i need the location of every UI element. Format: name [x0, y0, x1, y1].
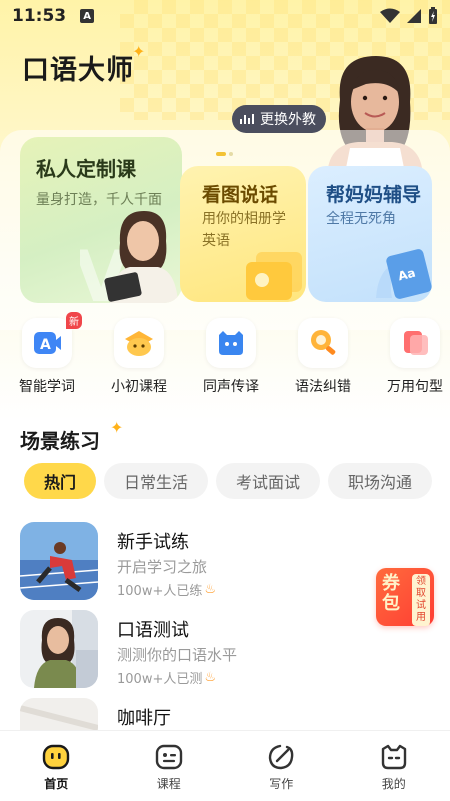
nav-label: 首页 — [44, 777, 69, 791]
item-title: 咖啡厅 — [117, 708, 171, 729]
nav-label: 我的 — [381, 777, 406, 791]
tool-label: 小初课程 — [111, 379, 167, 395]
item-meta: 100w+人已练 ♨ — [117, 582, 216, 599]
sparkle-icon: ✦ — [110, 418, 124, 437]
course-icon — [155, 744, 182, 770]
card-mom-tutor[interactable]: 帮妈妈辅导 全程无死角 Aa — [308, 166, 432, 302]
profile-icon — [381, 744, 406, 770]
new-badge: 新 — [66, 312, 82, 329]
cafe-thumbnail — [20, 698, 98, 730]
section-title: 场景练习 — [20, 429, 100, 453]
signal-icon — [407, 9, 421, 23]
bottom-nav: 首页 课程 写作 我的 — [0, 730, 450, 801]
card-subtitle: 全程无死角 — [326, 211, 396, 227]
nav-home[interactable]: 首页 — [0, 731, 113, 801]
tool-interpret[interactable]: 同声传译 — [186, 318, 276, 396]
coupon-button[interactable]: 券包 领取试用 — [376, 568, 434, 626]
battery-icon — [429, 7, 437, 24]
card-picture-talk[interactable]: 看图说话 用你的相册学英语 — [180, 166, 306, 302]
carousel-indicator — [216, 152, 233, 156]
tool-row: A 新 智能学词 小初课程 同声传译 语法纠错 万用句型 — [0, 312, 450, 398]
list-item[interactable]: 咖啡厅 — [20, 698, 430, 730]
nav-label: 课程 — [156, 777, 181, 791]
tab-workplace[interactable]: 职场沟通 — [328, 463, 433, 499]
interpret-icon — [219, 331, 243, 355]
svg-text:A: A — [40, 337, 51, 353]
tool-label: 智能学词 — [19, 379, 75, 395]
tutor-illustration-icon: V — [80, 211, 178, 303]
coupon-label: 券包 — [382, 573, 400, 614]
list-item[interactable]: 新手试练 开启学习之旅 100w+人已练 ♨ — [20, 522, 430, 602]
sound-bars-icon — [240, 114, 254, 124]
list-item[interactable]: 口语测试 测测你的口语水平 100w+人已测 ♨ — [20, 610, 430, 690]
fire-icon: ♨ — [204, 582, 216, 597]
status-bar: 11:53 A — [0, 0, 450, 32]
item-title: 新手试练 — [117, 532, 189, 553]
switch-teacher-button[interactable]: 更换外教 — [232, 105, 326, 133]
item-subtitle: 开启学习之旅 — [117, 558, 208, 576]
smart-vocab-icon: A — [34, 332, 61, 354]
interview-thumbnail — [20, 610, 98, 688]
fire-icon: ♨ — [204, 670, 216, 685]
tab-exam-interview[interactable]: 考试面试 — [216, 463, 321, 499]
switch-teacher-label: 更换外教 — [260, 112, 316, 128]
nav-label: 写作 — [269, 777, 294, 791]
tool-sentence-pattern[interactable]: 万用句型 — [370, 318, 450, 396]
card-title: 看图说话 — [202, 184, 279, 206]
notification-icon: A — [80, 9, 95, 23]
junior-course-icon — [125, 331, 153, 356]
tool-label: 语法纠错 — [295, 379, 351, 395]
tool-grammar-check[interactable]: 语法纠错 — [278, 318, 368, 396]
photo-card-icon — [246, 252, 302, 300]
wifi-icon — [380, 8, 400, 23]
card-title: 私人定制课 — [36, 157, 136, 181]
tool-smart-vocab[interactable]: A 新 智能学词 — [2, 312, 92, 396]
tab-hot[interactable]: 热门 — [24, 463, 97, 499]
item-meta: 100w+人已测 ♨ — [117, 670, 216, 687]
book-icon: Aa — [376, 249, 432, 299]
sentence-pattern-icon — [404, 331, 428, 355]
nav-profile[interactable]: 我的 — [338, 731, 450, 801]
item-title: 口语测试 — [117, 620, 189, 641]
runner-thumbnail — [20, 522, 98, 600]
coupon-tag: 领取试用 — [412, 574, 430, 626]
item-subtitle: 测测你的口语水平 — [117, 646, 238, 664]
sparkle-icon: ✦ — [132, 42, 146, 61]
status-time: 11:53 — [12, 6, 67, 26]
home-icon — [43, 744, 70, 770]
tool-label: 万用句型 — [387, 379, 443, 395]
nav-writing[interactable]: 写作 — [225, 731, 338, 801]
grammar-check-icon — [311, 330, 336, 355]
tool-junior-course[interactable]: 小初课程 — [94, 318, 184, 396]
card-title: 帮妈妈辅导 — [326, 184, 422, 206]
app-title: 口语大师 — [22, 55, 134, 86]
tool-label: 同声传译 — [203, 379, 259, 395]
tab-daily-life[interactable]: 日常生活 — [104, 463, 209, 499]
writing-icon — [269, 744, 294, 770]
nav-course[interactable]: 课程 — [113, 731, 226, 801]
scene-tabs: 热门 日常生活 考试面试 职场沟通 — [24, 463, 433, 499]
card-private-course[interactable]: 私人定制课 量身打造，千人千面 V — [20, 137, 182, 303]
